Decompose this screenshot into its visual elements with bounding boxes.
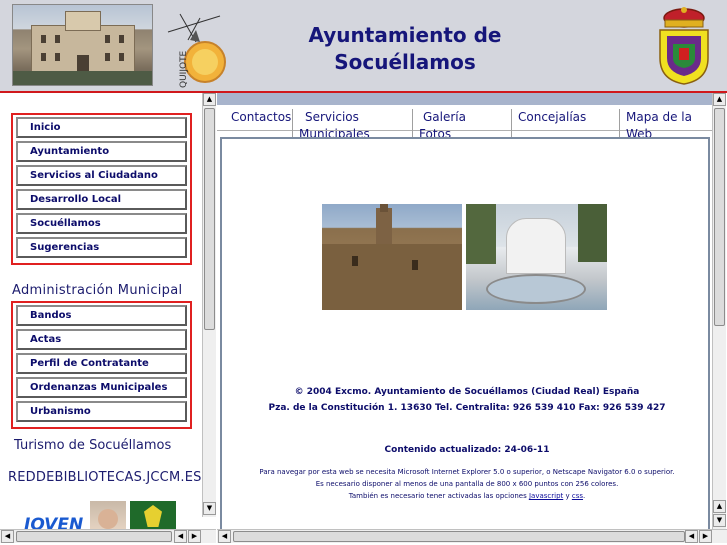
turismo-link[interactable]: Turismo de Socuéllamos [14,438,171,453]
site-title: Ayuntamiento de Socuéllamos [240,22,570,76]
header: QUIJOTE Ayuntamiento de Socuéllamos [0,0,727,92]
scroll-left-icon[interactable]: ◀ [685,530,698,543]
left-navigation-frame: Inicio Ayuntamiento Servicios al Ciudada… [0,93,217,545]
menu-item-inicio[interactable]: Inicio [16,117,187,138]
scroll-left-icon[interactable]: ◀ [218,530,231,543]
church-photo [322,204,462,310]
main-content-frame: Contactos Servicios Municipales Galería … [217,93,727,545]
menu-item-servicios-ciudadano[interactable]: Servicios al Ciudadano [16,165,187,186]
browser-note: Para navegar por esta web se necesita Mi… [259,468,675,476]
menu-item-sugerencias[interactable]: Sugerencias [16,237,187,258]
scroll-right-icon[interactable]: ▶ [699,530,712,543]
quijote-logo: QUIJOTE [167,13,226,88]
main-horizontal-scrollbar[interactable]: ◀ ◀ ▶ [217,529,727,543]
javascript-link[interactable]: Javascript [529,492,563,500]
menu-item-actas[interactable]: Actas [16,329,187,350]
bibliotecas-link[interactable]: REDDEBIBLIOTECAS.JCCM.ES [8,470,202,485]
scroll-down-icon[interactable]: ▼ [713,514,726,527]
left-scroll-thumb[interactable] [204,108,215,330]
menu-item-perfil-contratante[interactable]: Perfil de Contratante [16,353,187,374]
left-hscroll-thumb[interactable] [16,531,172,542]
menu-item-socuellamos[interactable]: Socuéllamos [16,213,187,234]
title-line-2: Socuéllamos [334,50,476,74]
menu-item-bandos[interactable]: Bandos [16,305,187,326]
admin-menu: Bandos Actas Perfil de Contratante Orden… [11,301,192,429]
scroll-left-icon[interactable]: ◀ [1,530,14,543]
screen-note: Es necesario disponer al menos de una pa… [315,480,619,488]
menu-item-ayuntamiento[interactable]: Ayuntamiento [16,141,187,162]
options-note: También es necesario tener activadas las… [348,492,586,500]
address-text: Pza. de la Constitución 1. 13630 Tel. Ce… [268,403,666,413]
main-menu: Inicio Ayuntamiento Servicios al Ciudada… [11,113,192,265]
left-horizontal-scrollbar[interactable]: ◀ ◀ ▶ [0,529,216,543]
main-scroll-thumb[interactable] [714,108,725,326]
fountain-photo [466,204,607,310]
updated-text: Contenido actualizado: 24-06-11 [384,445,550,455]
title-line-1: Ayuntamiento de [308,23,502,47]
menu-item-ordenanzas[interactable]: Ordenanzas Municipales [16,377,187,398]
top-navigation: Contactos Servicios Municipales Galería … [217,107,713,143]
nav-top-strip [217,93,713,105]
coat-of-arms-icon [659,7,709,85]
main-hscroll-thumb[interactable] [233,531,685,542]
menu-item-urbanismo[interactable]: Urbanismo [16,401,187,422]
scroll-left-icon[interactable]: ◀ [174,530,187,543]
scroll-up-icon[interactable]: ▲ [203,93,216,106]
css-link[interactable]: css [572,492,583,500]
admin-section-title: Administración Municipal [12,283,183,298]
scroll-up-icon[interactable]: ▲ [713,93,726,106]
scroll-right-icon[interactable]: ▶ [188,530,201,543]
main-vertical-scrollbar[interactable]: ▲ ▲ ▼ [712,93,726,529]
svg-text:QUIJOTE: QUIJOTE [179,50,189,88]
copyright-text: © 2004 Excmo. Ayuntamiento de Socuéllamo… [294,387,640,397]
scroll-down-icon[interactable]: ▼ [203,502,216,515]
menu-item-desarrollo-local[interactable]: Desarrollo Local [16,189,187,210]
town-hall-photo [12,4,153,86]
content-area: © 2004 Excmo. Ayuntamiento de Socuéllamo… [220,137,710,537]
left-vertical-scrollbar[interactable]: ▲ ▼ [202,93,216,517]
scroll-up-icon[interactable]: ▲ [713,500,726,513]
